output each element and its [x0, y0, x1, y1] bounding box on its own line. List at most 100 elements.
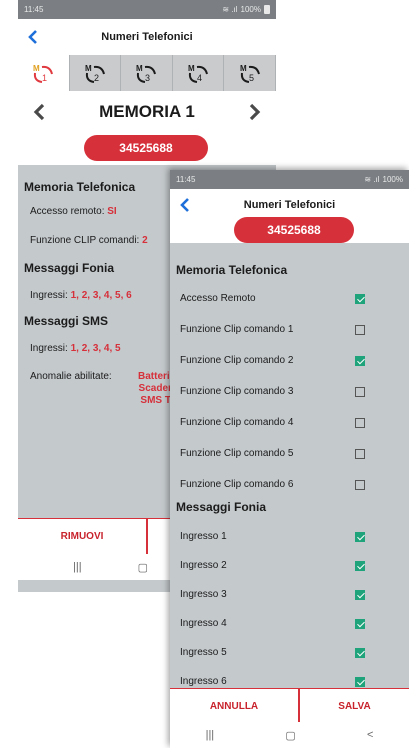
clip-comandi-value: 2 — [142, 235, 148, 246]
next-memory-icon[interactable] — [248, 103, 262, 121]
fonia-option-label: Ingresso 3 — [180, 589, 227, 600]
memoria-option-row[interactable]: Funzione Clip comando 6 — [170, 469, 409, 500]
accesso-remoto-value: SI — [107, 206, 117, 217]
phone-number-badge[interactable]: 34525688 — [234, 217, 354, 243]
checkbox[interactable] — [355, 560, 365, 571]
memory-tab-number: 3 — [145, 73, 150, 83]
checkbox[interactable] — [355, 618, 365, 629]
memory-title: MEMORIA 1 — [99, 102, 195, 121]
memoria-option-label: Funzione Clip comando 4 — [180, 417, 294, 428]
fonia-option-row[interactable]: Ingresso 1 — [170, 521, 409, 552]
checkbox[interactable] — [355, 293, 365, 304]
memory-tab-letter: M — [136, 64, 143, 73]
memory-tab-number: 2 — [94, 73, 99, 83]
memory-tabs: M1M2M3M4M5 — [18, 55, 276, 91]
memory-tab-number: 5 — [249, 73, 254, 83]
memory-tab-icon: M4 — [188, 64, 209, 83]
section-memoria-telefonica: Memoria Telefonica — [176, 263, 288, 277]
memoria-option-row[interactable]: Accesso Remoto — [170, 283, 409, 314]
battery-level: 100% — [382, 175, 403, 184]
clip-comandi-line: Funzione CLIP comandi: 2 — [30, 235, 148, 246]
memory-tab-icon: M3 — [136, 64, 157, 83]
memory-tab-number: 1 — [42, 73, 47, 83]
status-time: 11:45 — [24, 5, 44, 14]
remove-button[interactable]: RIMUOVI — [18, 531, 146, 542]
tab-memory-5[interactable]: M5 — [224, 55, 276, 91]
save-button[interactable]: SALVA — [300, 701, 409, 712]
memoria-option-label: Funzione Clip comando 2 — [180, 355, 294, 366]
signal-icon: ≋ .ıl — [222, 5, 238, 14]
checkbox[interactable] — [355, 647, 365, 658]
memoria-option-row[interactable]: Funzione Clip comando 1 — [170, 314, 409, 345]
section-messaggi-fonia: Messaggi Fonia — [176, 500, 267, 514]
memoria-option-label: Funzione Clip comando 6 — [180, 479, 294, 490]
fonia-ingressi-value: 1, 2, 3, 4, 5, 6 — [70, 290, 132, 301]
memoria-option-label: Funzione Clip comando 3 — [180, 386, 294, 397]
checkbox[interactable] — [355, 676, 365, 687]
checkbox[interactable] — [355, 417, 365, 428]
section-memoria-telefonica: Memoria Telefonica — [24, 180, 136, 194]
section-messaggi-fonia: Messaggi Fonia — [24, 261, 115, 275]
checkbox[interactable] — [355, 531, 365, 542]
section-messaggi-sms: Messaggi SMS — [24, 314, 109, 328]
fonia-option-row[interactable]: Ingresso 2 — [170, 550, 409, 581]
previous-memory-icon[interactable] — [32, 103, 46, 121]
fonia-ingressi-line: Ingressi: 1, 2, 3, 4, 5, 6 — [30, 290, 132, 301]
status-time: 11:45 — [176, 175, 196, 184]
memory-tab-icon: M1 — [33, 64, 54, 83]
memory-tab-number: 4 — [197, 73, 202, 83]
action-bar: ANNULLA SALVA — [170, 688, 409, 723]
battery-level: 100% — [240, 5, 261, 14]
memoria-option-row[interactable]: Funzione Clip comando 4 — [170, 407, 409, 438]
signal-icon: ≋ .ıl — [364, 175, 380, 184]
screen-memoria-edit: 11:45 ≋ .ıl 100% Numeri Telefonici 34525… — [170, 170, 409, 748]
fonia-option-label: Ingresso 2 — [180, 560, 227, 571]
accesso-remoto-line: Accesso remoto: SI — [30, 206, 117, 217]
phone-number-badge[interactable]: 34525688 — [84, 135, 208, 161]
memory-tab-letter: M — [240, 64, 247, 73]
memoria-option-row[interactable]: Funzione Clip comando 3 — [170, 376, 409, 407]
home-icon[interactable]: ▢ — [285, 729, 295, 742]
fonia-option-row[interactable]: Ingresso 3 — [170, 579, 409, 610]
sms-ingressi-line: Ingressi: 1, 2, 3, 4, 5 — [30, 343, 121, 354]
page-title: Numeri Telefonici — [243, 199, 336, 211]
tab-memory-1[interactable]: M1 — [18, 55, 70, 91]
fonia-option-row[interactable]: Ingresso 5 — [170, 637, 409, 668]
fonia-option-row[interactable]: Ingresso 4 — [170, 608, 409, 639]
memory-tab-icon: M2 — [85, 64, 105, 83]
fonia-option-label: Ingresso 1 — [180, 531, 227, 542]
recent-apps-icon[interactable]: ||| — [73, 561, 82, 573]
memoria-option-label: Funzione Clip comando 1 — [180, 324, 294, 335]
battery-icon — [264, 5, 270, 14]
fonia-option-label: Ingresso 6 — [180, 676, 227, 687]
memoria-option-row[interactable]: Funzione Clip comando 5 — [170, 438, 409, 469]
back-arrow-icon[interactable] — [178, 198, 192, 212]
checkbox[interactable] — [355, 355, 365, 366]
home-icon[interactable]: ▢ — [138, 561, 148, 574]
checkbox[interactable] — [355, 386, 365, 397]
checkbox[interactable] — [355, 324, 365, 335]
status-bar: 11:45 ≋ .ıl 100% — [18, 0, 276, 19]
memory-tab-letter: M — [85, 64, 92, 73]
fonia-option-label: Ingresso 5 — [180, 647, 227, 658]
tab-memory-2[interactable]: M2 — [69, 55, 122, 91]
checkbox[interactable] — [355, 479, 365, 490]
memoria-option-label: Funzione Clip comando 5 — [180, 448, 294, 459]
back-arrow-icon[interactable] — [26, 30, 40, 44]
anomalie-label: Anomalie abilitate: — [30, 371, 112, 382]
back-icon[interactable]: < — [367, 729, 373, 741]
memory-selector: MEMORIA 1 — [18, 91, 276, 133]
memory-tab-letter: M — [188, 64, 195, 73]
checkbox[interactable] — [355, 589, 365, 600]
cancel-button[interactable]: ANNULLA — [170, 701, 298, 712]
recent-apps-icon[interactable]: ||| — [206, 729, 215, 741]
app-bar: Numeri Telefonici — [18, 19, 276, 55]
memoria-option-row[interactable]: Funzione Clip comando 2 — [170, 345, 409, 376]
tab-memory-3[interactable]: M3 — [121, 55, 173, 91]
fonia-option-label: Ingresso 4 — [180, 618, 227, 629]
page-title: Numeri Telefonici — [101, 31, 193, 43]
memory-tab-letter: M — [33, 64, 40, 73]
checkbox[interactable] — [355, 448, 365, 459]
memory-tab-icon: M5 — [240, 64, 260, 83]
tab-memory-4[interactable]: M4 — [172, 55, 225, 91]
